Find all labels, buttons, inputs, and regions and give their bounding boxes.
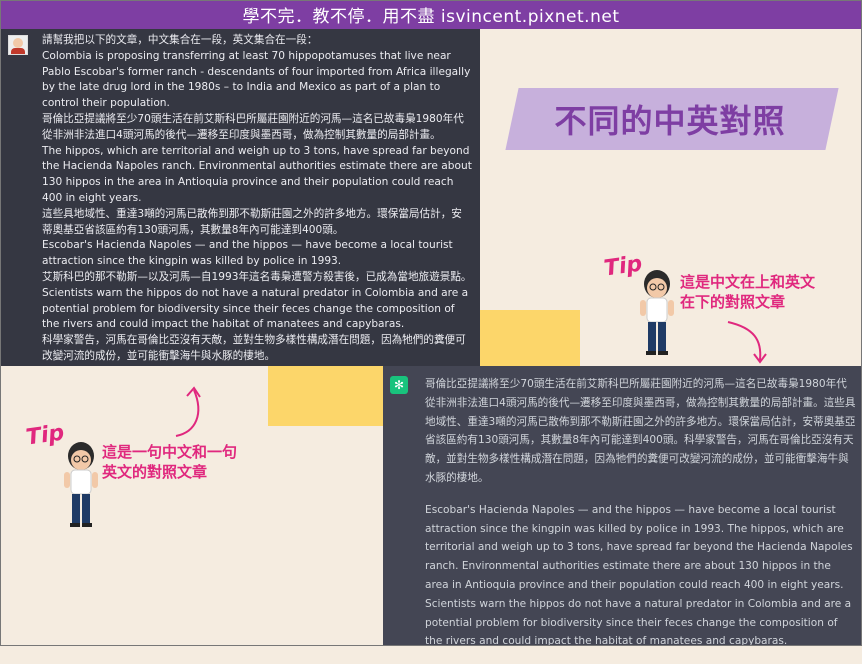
banner-text: 學不完．教不停．用不盡 isvincent.pixnet.net [242,7,620,27]
user-paragraph: Scientists warn the hippos do not have a… [42,286,469,331]
user-paragraph: 哥倫比亞提議將至少70頭生活在前艾斯科巴所屬莊園附近的河馬—這名已故毒梟1980… [42,112,464,141]
tip-line: 這是中文在上和英文 [680,273,816,291]
user-paragraph: Escobar's Hacienda Napoles — and the hip… [42,239,453,268]
tip-text-top: 這是中文在上和英文 在下的對照文章 [680,272,815,312]
tip-text-bottom: 這是一句中文和一句 英文的對照文章 [102,442,237,482]
assistant-message-text: 哥倫比亞提議將至少70頭生活在前艾斯科巴所屬莊園附近的河馬—這名已故毒梟1980… [425,375,857,664]
user-paragraph: 艾斯科巴的那不勒斯—以及河馬—自1993年這名毒梟遭警方殺害後，已成為當地旅遊景… [42,270,472,283]
site-banner: 學不完．教不停．用不盡 isvincent.pixnet.net [0,0,862,29]
user-paragraph: Colombia is proposing transferring at le… [42,49,471,110]
user-paragraph: The hippos, which are territorial and we… [42,144,472,204]
tip-line: 在下的對照文章 [680,293,786,311]
assistant-paragraph: Escobar's Hacienda Napoles — and the hip… [425,503,853,648]
tip-line: 這是一句中文和一句 [102,443,238,461]
decor-yellow-block [268,366,383,426]
user-paragraph: 科學家警告，河馬在哥倫比亞沒有天敵，並對生物多樣性構成潛在問題，因為牠們的糞便可… [42,334,466,362]
user-paragraph: 請幫我把以下的文章，中文集合在一段，英文集合在一段： [42,34,318,46]
arrow-up-icon [175,386,201,437]
tip-line: 英文的對照文章 [102,463,208,481]
title-card: 不同的中英對照 [554,102,786,140]
chatgpt-logo-icon: ✻ [390,376,408,394]
arrow-down-icon [727,321,767,364]
user-message-panel: 請幫我把以下的文章，中文集合在一段，英文集合在一段： Colombia is p… [0,29,480,366]
user-avatar [8,35,28,55]
cartoon-character-icon [64,442,98,527]
user-message-text: 請幫我把以下的文章，中文集合在一段，英文集合在一段： Colombia is p… [42,33,472,365]
cartoon-character-icon [640,270,674,355]
user-paragraph: 這些具地域性、重達3噸的河馬已散佈到那不勒斯莊園之外的許多地方。環保當局估計，安… [42,207,462,236]
decor-yellow-block [480,310,580,366]
assistant-paragraph: 哥倫比亞提議將至少70頭生活在前艾斯科巴所屬莊園附近的河馬—這名已故毒梟1980… [425,378,856,484]
